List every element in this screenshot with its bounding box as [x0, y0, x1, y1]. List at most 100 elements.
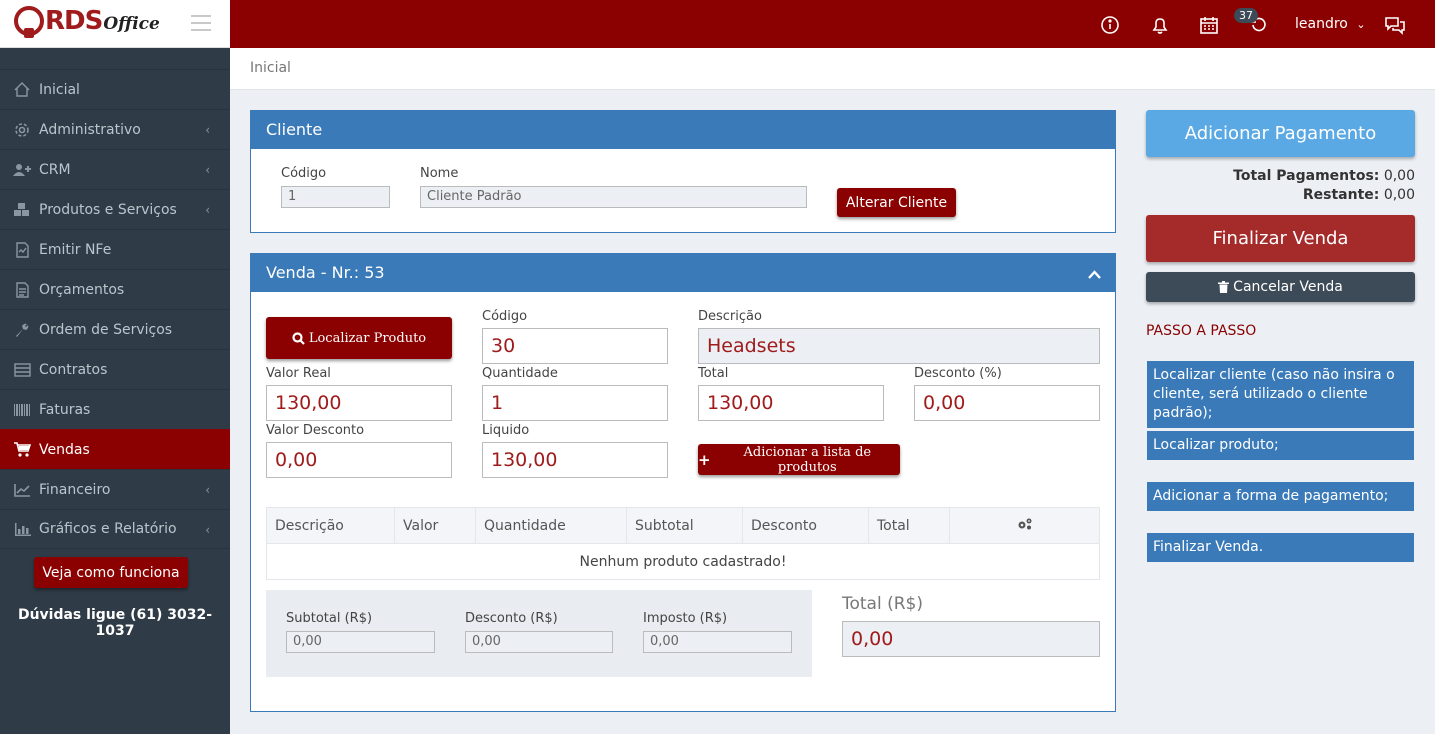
valor-real-input[interactable]: 130,00	[266, 385, 452, 421]
total-input[interactable]: 130,00	[698, 385, 884, 421]
valor-real-label: Valor Real	[266, 366, 331, 381]
sidebar-item-financeiro[interactable]: Financeiro ‹	[0, 469, 230, 509]
sidebar-item-label: Vendas	[39, 441, 90, 458]
finalizar-venda-button[interactable]: Finalizar Venda	[1146, 215, 1415, 262]
total-rs-label: Total (R$)	[842, 594, 923, 614]
sidebar-item-label: Gráficos e Relatório	[39, 521, 177, 537]
sidebar-item-graficos[interactable]: Gráficos e Relatório ‹	[0, 509, 230, 549]
sidebar-item-contratos[interactable]: Contratos	[0, 349, 230, 389]
chevron-left-icon: ‹	[205, 163, 210, 177]
bell-icon[interactable]	[1150, 15, 1170, 35]
step-item: Finalizar Venda.	[1147, 533, 1414, 562]
sidebar-item-ordem-servicos[interactable]: Ordem de Serviços	[0, 309, 230, 349]
total-rs-input[interactable]: 0,00	[842, 621, 1100, 657]
restante-line: Restante: 0,00	[1303, 187, 1415, 203]
sidebar-item-label: Faturas	[39, 401, 91, 418]
desconto-percent-input[interactable]: 0,00	[914, 385, 1100, 421]
total-pagamentos-line: Total Pagamentos: 0,00	[1233, 168, 1415, 184]
subtotal-input[interactable]: 0,00	[286, 631, 435, 653]
valor-desconto-input[interactable]: 0,00	[266, 442, 452, 478]
calendar-icon[interactable]	[1199, 15, 1219, 35]
chevron-left-icon: ‹	[205, 523, 210, 537]
logo-mark	[14, 6, 44, 38]
passo-a-passo-title: PASSO A PASSO	[1146, 323, 1257, 339]
localizar-produto-button[interactable]: Localizar Produto	[266, 317, 452, 359]
sidebar-item-label: Contratos	[39, 361, 108, 378]
produto-codigo-label: Código	[482, 309, 528, 324]
logo-area: RDS Office	[0, 0, 230, 48]
sidebar-item-vendas[interactable]: Vendas	[0, 429, 230, 469]
subtotal-label: Subtotal (R$)	[286, 611, 373, 626]
valor-desconto-label: Valor Desconto	[266, 423, 365, 438]
cliente-nome-label: Nome	[420, 166, 459, 181]
totals-box: Subtotal (R$) 0,00 Desconto (R$) 0,00 Im…	[266, 590, 812, 677]
phone-text: Dúvidas ligue (61) 3032-1037	[17, 607, 213, 639]
cliente-panel-title: Cliente	[251, 111, 1115, 149]
barcode-icon	[12, 402, 32, 418]
col-quantidade[interactable]: Quantidade	[475, 507, 627, 544]
localizar-produto-label: Localizar Produto	[308, 330, 427, 346]
plus-icon: +	[698, 450, 711, 469]
sidebar-item-faturas[interactable]: Faturas	[0, 389, 230, 429]
sidebar-item-crm[interactable]: CRM ‹	[0, 149, 230, 189]
sidebar-item-label: Orçamentos	[39, 281, 125, 298]
chat-icon[interactable]	[1384, 15, 1405, 35]
col-total[interactable]: Total	[868, 507, 950, 544]
sidebar-item-administrativo[interactable]: Administrativo ‹	[0, 109, 230, 149]
col-actions	[949, 507, 1100, 544]
file-text-icon	[12, 281, 32, 298]
gear-icon	[12, 122, 32, 138]
col-subtotal[interactable]: Subtotal	[626, 507, 743, 544]
total-pagamentos-label: Total Pagamentos:	[1233, 168, 1380, 184]
logo[interactable]: RDS Office	[14, 6, 160, 38]
cart-icon	[12, 442, 32, 458]
chevron-down-icon: ⌄	[1356, 18, 1366, 31]
imposto-label: Imposto (R$)	[643, 611, 728, 626]
adicionar-lista-produtos-button[interactable]: + Adicionar a lista de produtos	[698, 444, 900, 475]
restante-label: Restante:	[1302, 187, 1380, 203]
list-icon	[12, 362, 32, 378]
imposto-input[interactable]: 0,00	[643, 631, 792, 653]
quantidade-input[interactable]: 1	[482, 385, 668, 421]
cogs-icon	[1018, 518, 1031, 530]
sidebar-item-inicial[interactable]: Inicial	[0, 69, 230, 109]
produto-codigo-input[interactable]: 30	[482, 328, 668, 364]
table-empty-message: Nenhum produto cadastrado!	[266, 543, 1100, 580]
sidebar-item-label: Emitir NFe	[39, 241, 112, 258]
sidebar-item-label: Produtos e Serviços	[39, 201, 177, 218]
liquido-input[interactable]: 130,00	[482, 442, 668, 478]
user-menu[interactable]: leandro ⌄	[1295, 16, 1366, 32]
total-pagamentos-value: 0,00	[1383, 168, 1415, 184]
cancelar-venda-button[interactable]: Cancelar Venda	[1146, 272, 1415, 302]
cubes-icon	[12, 202, 32, 218]
hamburger-menu-icon[interactable]	[191, 15, 211, 36]
desconto-rs-input[interactable]: 0,00	[465, 631, 613, 653]
sidebar-item-label: Ordem de Serviços	[39, 321, 173, 338]
breadcrumb-item[interactable]: Inicial	[250, 60, 291, 76]
table-header-row: Descrição Valor Quantidade Subtotal Desc…	[266, 507, 1100, 544]
bar-chart-icon	[12, 521, 32, 537]
adicionar-pagamento-button[interactable]: Adicionar Pagamento	[1146, 110, 1415, 157]
cliente-codigo-label: Código	[281, 166, 327, 181]
descricao-input[interactable]: Headsets	[698, 328, 1100, 364]
user-name: leandro	[1295, 16, 1348, 32]
col-desconto[interactable]: Desconto	[742, 507, 869, 544]
sidebar-item-produtos[interactable]: Produtos e Serviços ‹	[0, 189, 230, 229]
step-item: Localizar cliente (caso não insira o cli…	[1147, 361, 1414, 428]
step-item: Localizar produto;	[1147, 431, 1414, 460]
cancelar-venda-label: Cancelar Venda	[1233, 279, 1343, 295]
collapse-chevron-up-icon[interactable]	[1088, 266, 1101, 279]
chevron-left-icon: ‹	[205, 123, 210, 137]
step-item: Adicionar a forma de pagamento;	[1147, 482, 1414, 511]
alterar-cliente-button[interactable]: Alterar Cliente	[837, 188, 956, 217]
info-icon[interactable]	[1100, 15, 1120, 35]
cliente-nome-input[interactable]: Cliente Padrão	[420, 186, 807, 208]
col-valor[interactable]: Valor	[394, 507, 476, 544]
veja-como-funciona-button[interactable]: Veja como funciona	[34, 557, 188, 588]
sidebar-item-orcamentos[interactable]: Orçamentos	[0, 269, 230, 309]
cliente-codigo-input[interactable]: 1	[281, 186, 390, 208]
sidebar-item-emitir-nfe[interactable]: Emitir NFe	[0, 229, 230, 269]
descricao-label: Descrição	[698, 309, 762, 324]
col-descricao[interactable]: Descrição	[266, 507, 395, 544]
quantidade-label: Quantidade	[482, 366, 558, 381]
